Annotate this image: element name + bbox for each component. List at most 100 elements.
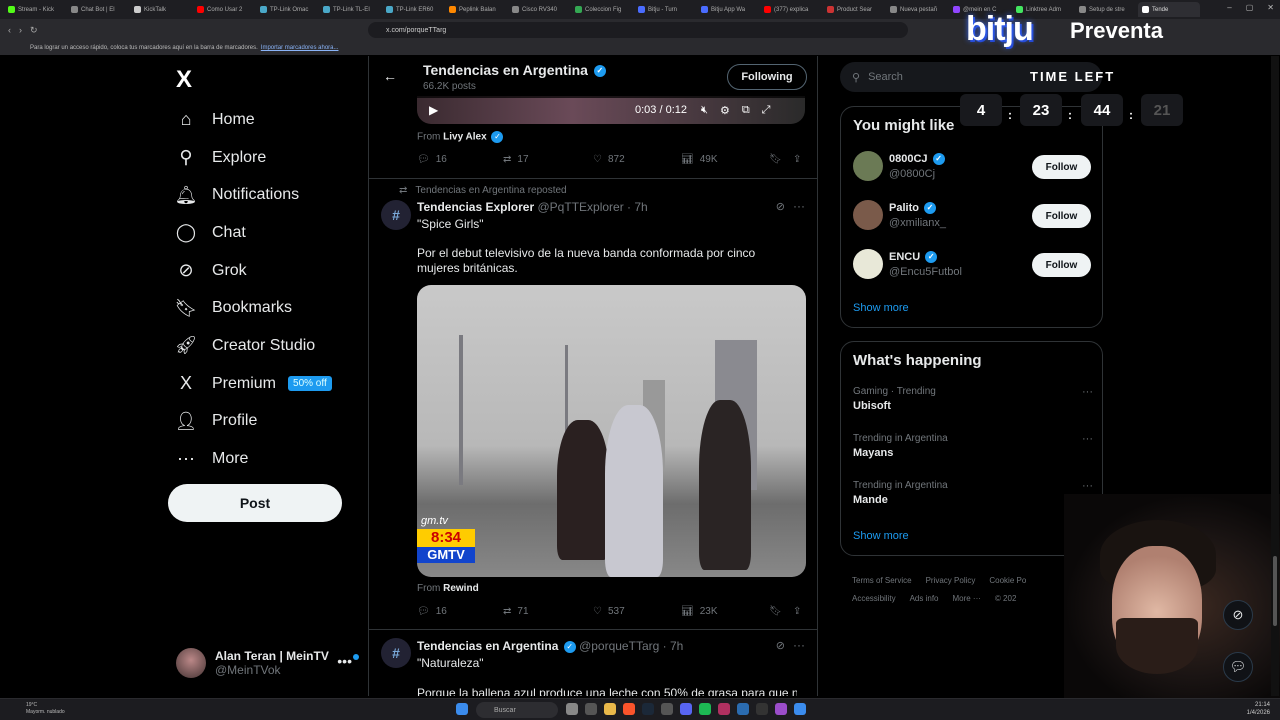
browser-tab[interactable]: Chat Bot | El: [67, 2, 129, 17]
footer-link[interactable]: Privacy Policy: [926, 576, 976, 585]
follow-button[interactable]: Follow: [1032, 155, 1091, 179]
sidebar-item-more[interactable]: ⋯ More: [176, 440, 366, 478]
app-icon[interactable]: [566, 703, 578, 715]
footer-link[interactable]: Ads info: [910, 594, 939, 603]
back-arrow-icon[interactable]: ←: [383, 68, 397, 84]
footer-link[interactable]: Terms of Service: [852, 576, 912, 585]
browser-tab[interactable]: Peplink Balan: [445, 2, 507, 17]
sidebar-item-home[interactable]: ⌂ Home: [176, 101, 366, 139]
sidebar-item-bookmarks[interactable]: 🔖︎ Bookmarks: [175, 289, 366, 327]
views-button[interactable]: 📊︎ 49K: [681, 154, 718, 165]
forward-arrow-icon[interactable]: ›: [19, 25, 22, 35]
account-switcher[interactable]: Alan Teran | MeinTV @MeinTVok •••: [176, 646, 359, 680]
author-name[interactable]: Tendencias Explorer: [417, 200, 534, 214]
reply-button[interactable]: 💬︎ 16: [417, 154, 447, 165]
settings-gear-icon[interactable]: ⚙: [720, 104, 730, 117]
from-name[interactable]: Livy Alex: [443, 132, 487, 143]
browser-tab[interactable]: TP-Link TL-EI: [319, 2, 381, 17]
browser-tab[interactable]: TP-Link Omac: [256, 2, 318, 17]
browser-tab[interactable]: Coleccion Fig: [571, 2, 633, 17]
app-icon[interactable]: [737, 703, 749, 715]
browser-tab[interactable]: Como Usar 2: [193, 2, 255, 17]
grok-floating-icon[interactable]: ⊘: [1223, 600, 1253, 630]
account-more-icon[interactable]: •••: [337, 653, 352, 669]
browser-tab[interactable]: Nueva pestañ: [886, 2, 948, 17]
share-button[interactable]: ⇪: [793, 606, 801, 617]
trend-item[interactable]: Trending in Argentina Mayans ···: [853, 433, 1093, 459]
discord-icon[interactable]: [680, 703, 692, 715]
steam-icon[interactable]: [642, 703, 654, 715]
browser-tab[interactable]: Cisco RV340: [508, 2, 570, 17]
repost-button[interactable]: ⇄ 71: [503, 606, 529, 617]
trend-more-icon[interactable]: ···: [1082, 433, 1093, 445]
suggested-account[interactable]: Palito ✓ @xmilianx_ Follow: [853, 200, 1093, 232]
grok-icon[interactable]: ⊘: [776, 639, 785, 652]
trend-item[interactable]: Trending in Argentina Mande ···: [853, 480, 1093, 506]
follow-button[interactable]: Follow: [1032, 253, 1091, 277]
author-handle[interactable]: @porqueTTarg · 7h: [579, 639, 683, 653]
app-icon[interactable]: [775, 703, 787, 715]
app-icon[interactable]: [585, 703, 597, 715]
trend-more-icon[interactable]: ···: [1082, 480, 1093, 492]
app-icon[interactable]: [794, 703, 806, 715]
app-icon[interactable]: [718, 703, 730, 715]
footer-link[interactable]: © 202: [995, 594, 1016, 603]
taskbar-search[interactable]: Buscar: [476, 702, 558, 718]
play-icon[interactable]: ▶: [429, 103, 438, 117]
browser-tab[interactable]: Bitju App Wa: [697, 2, 759, 17]
trend-more-icon[interactable]: ···: [1082, 386, 1093, 398]
trend-item[interactable]: Gaming · Trending Ubisoft ···: [853, 386, 1093, 412]
author-handle[interactable]: @PqTTExplorer · 7h: [538, 200, 648, 214]
reply-button[interactable]: 💬︎ 16: [417, 606, 447, 617]
system-clock[interactable]: 21:14 1/4/2026: [1247, 701, 1270, 717]
grok-icon[interactable]: ⊘: [776, 200, 785, 213]
weather-widget[interactable]: 19°C Mayorm. nublado: [26, 702, 65, 716]
fullscreen-icon[interactable]: ⤢: [762, 104, 771, 117]
sidebar-item-premium[interactable]: X Premium 50% off: [176, 365, 366, 403]
author-avatar[interactable]: #: [381, 200, 411, 230]
mute-icon[interactable]: 🔇︎: [701, 104, 708, 117]
bookmark-button[interactable]: 🔖︎: [769, 606, 782, 617]
back-arrow-icon[interactable]: ‹: [8, 25, 11, 35]
url-field[interactable]: x.com/porqueTTarg: [368, 22, 908, 38]
reload-icon[interactable]: ↻: [30, 25, 38, 36]
brave-icon[interactable]: [623, 703, 635, 715]
sidebar-item-chat[interactable]: ◯ Chat: [176, 214, 366, 252]
browser-tab[interactable]: Product Sear: [823, 2, 885, 17]
repost-label[interactable]: Tendencias en Argentina reposted: [415, 185, 566, 196]
author-name[interactable]: Tendencias en Argentina: [417, 639, 558, 653]
app-icon[interactable]: [756, 703, 768, 715]
share-button[interactable]: ⇪: [793, 154, 801, 165]
browser-tab[interactable]: KickTalk: [130, 2, 192, 17]
spotify-icon[interactable]: [699, 703, 711, 715]
views-button[interactable]: 📊︎ 23K: [681, 606, 718, 617]
sidebar-item-grok[interactable]: ⊘ Grok: [176, 252, 366, 290]
follow-button[interactable]: Follow: [1032, 204, 1091, 228]
sidebar-item-creator-studio[interactable]: 🚀︎ Creator Studio: [175, 327, 366, 365]
author-avatar[interactable]: #: [381, 638, 411, 668]
app-icon[interactable]: [661, 703, 673, 715]
show-more-link[interactable]: Show more: [853, 530, 909, 542]
suggested-account[interactable]: ENCU ✓ @Encu5Futbol Follow: [853, 249, 1093, 281]
browser-tab[interactable]: Stream - Kick: [4, 2, 66, 17]
chat-floating-icon[interactable]: 💬︎: [1223, 652, 1253, 682]
scroll-thumb[interactable]: [1273, 556, 1277, 626]
repost-button[interactable]: ⇄ 17: [503, 154, 529, 165]
footer-link[interactable]: More ···: [952, 594, 980, 603]
following-button[interactable]: Following: [727, 64, 807, 90]
folder-icon[interactable]: [604, 703, 616, 715]
sidebar-item-profile[interactable]: 👤︎ Profile: [175, 403, 366, 441]
suggested-account[interactable]: 0800CJ ✓ @0800Cj Follow: [853, 151, 1093, 183]
footer-link[interactable]: Accessibility: [852, 594, 896, 603]
import-bookmarks-link[interactable]: Importar marcadores ahora...: [261, 45, 339, 51]
bookmark-button[interactable]: 🔖︎: [769, 154, 782, 165]
browser-tab[interactable]: (377) explica: [760, 2, 822, 17]
browser-tab[interactable]: Bitju - Turn: [634, 2, 696, 17]
pip-icon[interactable]: ⧉: [742, 104, 750, 117]
sidebar-item-notifications[interactable]: 🔔︎ Notifications: [175, 176, 366, 214]
like-button[interactable]: ♡ 872: [593, 154, 625, 165]
minimize-icon[interactable]: –: [1227, 3, 1231, 12]
post-button[interactable]: Post: [168, 484, 342, 522]
page-scrollbar[interactable]: [1271, 56, 1279, 696]
maximize-icon[interactable]: ▢: [1246, 3, 1254, 12]
